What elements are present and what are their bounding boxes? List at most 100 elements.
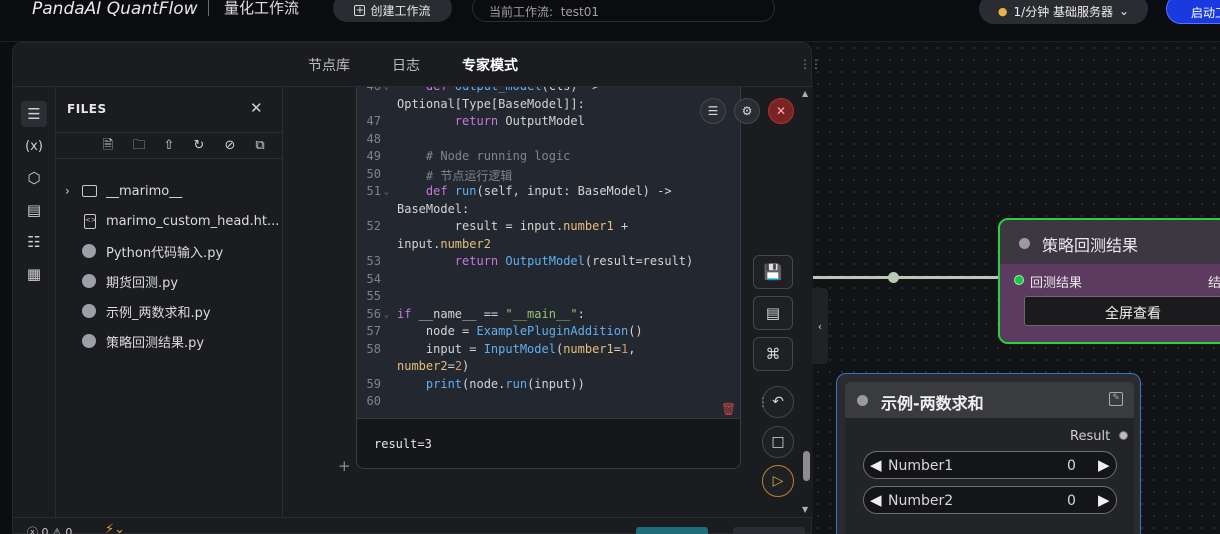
server-selector[interactable]: ● 1/分钟 基础服务器 ⌄ xyxy=(979,0,1148,24)
code-line[interactable]: if __name__ == "__main__": xyxy=(397,307,585,321)
code-line[interactable]: print(node.run(input)) xyxy=(397,377,585,391)
line-number: 57 xyxy=(366,324,381,338)
code-line[interactable]: node = ExamplePluginAddition() xyxy=(397,324,643,338)
line-number: 51 xyxy=(366,184,381,198)
command-icon[interactable]: ⌘ xyxy=(753,337,793,371)
hierarchy-icon[interactable]: ▦ xyxy=(21,261,47,287)
current-workflow-field[interactable]: 当前工作流: test01 xyxy=(472,0,775,22)
scroll-down-icon[interactable]: ▼ xyxy=(802,505,808,514)
menu-icon[interactable]: ☰ xyxy=(700,98,726,124)
notes-icon[interactable]: ▤ xyxy=(21,197,47,223)
hide-icon[interactable]: ⊘ xyxy=(222,138,238,154)
node-backtest-result[interactable]: 策略回测结果 回测结果 结 全屏查看 xyxy=(998,218,1220,344)
increment-icon[interactable]: ▶ xyxy=(1098,456,1110,474)
number1-stepper[interactable]: ◀ Number1 0 ▶ xyxy=(863,451,1117,479)
code-line[interactable]: Optional[Type[BaseModel]]: xyxy=(397,97,585,111)
chevron-right-icon[interactable]: › xyxy=(65,184,70,198)
code-cell[interactable]: 46⌄ def output_model(cls) ->Optional[Typ… xyxy=(356,87,741,469)
folder-icon xyxy=(82,185,97,197)
python-file-icon xyxy=(82,304,96,318)
server-label: 1/分钟 基础服务器 xyxy=(1013,4,1114,19)
code-line[interactable]: # Node running logic xyxy=(397,149,571,163)
brand-subtitle: 量化工作流 xyxy=(224,0,300,17)
number2-stepper[interactable]: ◀ Number2 0 ▶ xyxy=(863,486,1117,514)
close-cell-icon[interactable]: ✕ xyxy=(768,98,794,124)
increment-icon[interactable]: ▶ xyxy=(1098,491,1110,509)
code-line[interactable]: def run(self, input: BaseModel) -> xyxy=(397,184,672,198)
cell-output: result=3 xyxy=(357,418,740,468)
save-icon[interactable]: 💾 xyxy=(753,255,793,289)
fold-chevron-icon[interactable]: ⌄ xyxy=(384,87,389,91)
file-tree-icon[interactable]: ☰ xyxy=(21,101,47,127)
output-port[interactable] xyxy=(1119,431,1128,440)
code-line[interactable]: # 节点运行逻辑 xyxy=(397,167,512,184)
drag-dots-icon[interactable]: ⋮ xyxy=(757,395,769,409)
node-header[interactable]: 示例-两数求和 ✎ xyxy=(845,382,1134,418)
current-workflow-value: test01 xyxy=(560,5,600,19)
node-header[interactable]: 策略回测结果 xyxy=(1000,220,1220,264)
file-item[interactable]: <> marimo_custom_head.ht... xyxy=(56,206,284,236)
fold-chevron-icon[interactable]: ⌄ xyxy=(384,310,389,319)
node-title: 策略回测结果 xyxy=(1042,236,1139,255)
trash-icon[interactable]: 🗑 xyxy=(721,402,736,416)
code-editor[interactable]: 46⌄ def output_model(cls) ->Optional[Typ… xyxy=(357,87,740,418)
start-button[interactable]: 启动工 xyxy=(1166,0,1220,24)
fold-chevron-icon[interactable]: ⌄ xyxy=(384,187,389,196)
stepper-value[interactable]: 0 xyxy=(1067,458,1076,474)
line-number: 50 xyxy=(366,166,381,181)
code-line[interactable]: return OutputModel(result=result) xyxy=(397,254,693,268)
copy-icon[interactable]: ⧉ xyxy=(252,138,268,154)
code-line[interactable]: input.number2 xyxy=(397,237,491,251)
node-sum-example[interactable]: 示例-两数求和 ✎ Result ◀ Number1 0 ▶ ◀ Number2… xyxy=(836,373,1141,534)
diagnostics[interactable]: ⓧ 0 ⚠ 0 xyxy=(27,524,72,534)
package-icon[interactable]: ⬡ xyxy=(21,165,47,191)
tab-node-library[interactable]: 节点库 xyxy=(308,55,350,75)
file-name: __marimo__ xyxy=(106,183,183,199)
lightning-icon[interactable]: ⚡⌄ xyxy=(105,522,125,534)
file-item[interactable]: 期货回测.py xyxy=(56,266,284,296)
new-file-icon[interactable]: 🗎 xyxy=(100,138,116,154)
variables-icon[interactable]: (x) xyxy=(21,133,47,159)
create-workflow-button[interactable]: + 创建工作流 xyxy=(333,0,452,22)
file-item[interactable]: Python代码输入.py xyxy=(56,236,284,266)
stepper-value[interactable]: 0 xyxy=(1067,493,1076,509)
tab-logs[interactable]: 日志 xyxy=(392,55,420,75)
notebook-area: 46⌄ def output_model(cls) ->Optional[Typ… xyxy=(283,87,813,517)
collapse-panel-button[interactable]: ‹ xyxy=(812,288,828,364)
decrement-icon[interactable]: ◀ xyxy=(870,456,882,474)
close-icon[interactable]: ✕ xyxy=(250,99,263,117)
status-indicator[interactable] xyxy=(636,527,708,534)
tab-expert-mode[interactable]: 专家模式 xyxy=(462,55,518,75)
file-item[interactable]: 策略回测结果.py xyxy=(56,326,284,356)
layout-icon[interactable]: ▤ xyxy=(753,296,793,330)
line-number: 49 xyxy=(366,149,381,163)
connection-wire xyxy=(812,276,1017,279)
upload-icon[interactable]: ⇧ xyxy=(161,138,177,154)
file-item-folder[interactable]: › __marimo__ xyxy=(56,176,284,206)
code-line[interactable]: input = InputModel(number1=1, xyxy=(397,342,636,356)
run-icon[interactable]: ▷ xyxy=(762,465,794,497)
refresh-icon[interactable]: ↻ xyxy=(191,138,207,154)
code-line[interactable]: def output_model(cls) -> xyxy=(397,87,599,93)
scroll-up-icon[interactable]: ▲ xyxy=(802,89,808,98)
add-cell-icon[interactable]: + xyxy=(338,457,351,475)
file-item[interactable]: 示例_两数求和.py xyxy=(56,296,284,326)
drag-handle-icon[interactable]: ⋮⋮ xyxy=(799,57,822,71)
code-line[interactable]: number2=2) xyxy=(397,359,469,373)
edit-icon[interactable]: ✎ xyxy=(1109,392,1123,406)
line-number: 60 xyxy=(366,394,381,408)
decrement-icon[interactable]: ◀ xyxy=(870,491,882,509)
wire-midpoint-handle[interactable] xyxy=(888,272,899,283)
fullscreen-button[interactable]: 全屏查看 xyxy=(1024,296,1220,326)
code-line[interactable]: result = input.number1 + xyxy=(397,219,628,233)
current-workflow-label: 当前工作流: xyxy=(489,5,554,19)
input-port[interactable] xyxy=(1014,275,1024,285)
scroll-thumb[interactable] xyxy=(803,451,810,481)
code-line[interactable]: BaseModel: xyxy=(397,202,469,216)
gear-icon[interactable]: ⚙ xyxy=(734,98,760,124)
code-line[interactable]: return OutputModel xyxy=(397,114,585,128)
status-indicator[interactable] xyxy=(733,527,805,534)
search-list-icon[interactable]: ☷ xyxy=(21,229,47,255)
stop-icon[interactable]: □ xyxy=(762,426,794,458)
new-folder-icon[interactable]: 🗀 xyxy=(131,138,147,154)
